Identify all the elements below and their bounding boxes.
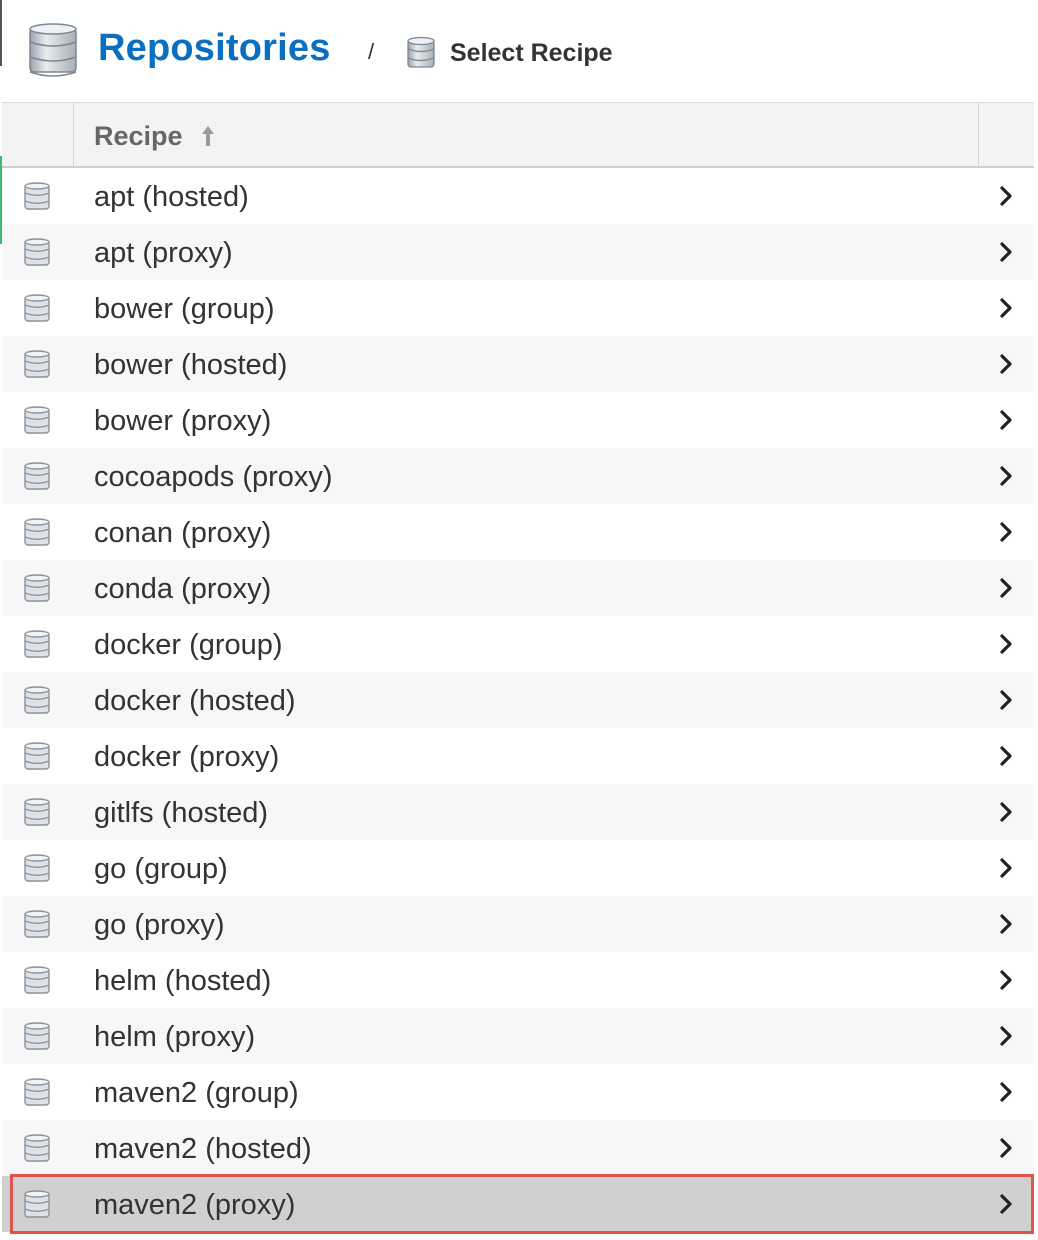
- recipe-row[interactable]: apt (hosted): [2, 168, 1034, 224]
- chevron-right-icon[interactable]: [998, 913, 1014, 935]
- database-icon: [24, 1190, 50, 1218]
- recipe-row[interactable]: bower (hosted): [2, 336, 1034, 392]
- database-icon: [24, 238, 50, 266]
- recipe-row[interactable]: go (proxy): [2, 896, 1034, 952]
- recipe-label: go (group): [94, 853, 228, 885]
- database-icon: [24, 574, 50, 602]
- chevron-right-icon[interactable]: [998, 409, 1014, 431]
- page-title[interactable]: Repositories: [98, 24, 331, 72]
- breadcrumb-current: Select Recipe: [450, 39, 613, 67]
- recipe-label: docker (proxy): [94, 741, 280, 773]
- recipe-label: bower (group): [94, 293, 275, 325]
- database-icon: [407, 36, 435, 68]
- chevron-right-icon[interactable]: [998, 969, 1014, 991]
- recipe-grid: Recipe apt (hosted) apt (proxy) bower (g…: [2, 102, 1034, 1232]
- recipe-label: bower (hosted): [94, 349, 288, 381]
- recipe-row[interactable]: helm (hosted): [2, 952, 1034, 1008]
- database-icon: [24, 1022, 50, 1050]
- chevron-right-icon[interactable]: [998, 801, 1014, 823]
- recipe-row[interactable]: bower (proxy): [2, 392, 1034, 448]
- chevron-right-icon[interactable]: [998, 1081, 1014, 1103]
- recipe-label: gitlfs (hosted): [94, 797, 269, 829]
- recipe-label: apt (hosted): [94, 181, 249, 213]
- recipe-row[interactable]: conda (proxy): [2, 560, 1034, 616]
- recipe-row[interactable]: helm (proxy): [2, 1008, 1034, 1064]
- chevron-right-icon[interactable]: [998, 353, 1014, 375]
- recipe-row[interactable]: maven2 (hosted): [2, 1120, 1034, 1176]
- recipe-row[interactable]: gitlfs (hosted): [2, 784, 1034, 840]
- recipe-label: bower (proxy): [94, 405, 272, 437]
- chevron-right-icon[interactable]: [998, 297, 1014, 319]
- chevron-right-icon[interactable]: [998, 241, 1014, 263]
- recipe-row[interactable]: docker (group): [2, 616, 1034, 672]
- recipe-label: docker (group): [94, 629, 283, 661]
- database-icon: [24, 798, 50, 826]
- chevron-right-icon[interactable]: [998, 857, 1014, 879]
- database-icon: [24, 406, 50, 434]
- breadcrumb-separator: /: [368, 39, 375, 64]
- database-icon: [24, 910, 50, 938]
- recipe-label: maven2 (group): [94, 1077, 299, 1109]
- chevron-right-icon[interactable]: [998, 1137, 1014, 1159]
- recipe-label: maven2 (hosted): [94, 1133, 312, 1165]
- chevron-right-icon[interactable]: [998, 521, 1014, 543]
- chevron-right-icon[interactable]: [998, 185, 1014, 207]
- chevron-right-icon[interactable]: [998, 1025, 1014, 1047]
- recipe-row[interactable]: bower (group): [2, 280, 1034, 336]
- database-icon: [24, 966, 50, 994]
- grid-header: Recipe: [2, 102, 1034, 168]
- database-icon: [24, 630, 50, 658]
- recipe-row[interactable]: cocoapods (proxy): [2, 448, 1034, 504]
- sort-ascending-icon: [202, 126, 214, 146]
- recipe-row[interactable]: conan (proxy): [2, 504, 1034, 560]
- recipe-row[interactable]: docker (hosted): [2, 672, 1034, 728]
- database-icon: [24, 1078, 50, 1106]
- database-icon: [24, 742, 50, 770]
- recipe-label: cocoapods (proxy): [94, 461, 333, 493]
- chevron-right-icon[interactable]: [998, 465, 1014, 487]
- chevron-right-icon[interactable]: [998, 1193, 1014, 1215]
- database-icon: [24, 182, 50, 210]
- recipe-label: conan (proxy): [94, 517, 272, 549]
- database-icon: [24, 518, 50, 546]
- recipe-list: apt (hosted) apt (proxy) bower (group) b…: [2, 168, 1034, 1232]
- recipe-label: apt (proxy): [94, 237, 233, 269]
- chevron-right-icon[interactable]: [998, 633, 1014, 655]
- recipe-row-selected[interactable]: maven2 (proxy): [2, 1176, 1034, 1232]
- database-icon: [29, 23, 77, 77]
- chevron-right-icon[interactable]: [998, 745, 1014, 767]
- recipe-row[interactable]: go (group): [2, 840, 1034, 896]
- recipe-label: conda (proxy): [94, 573, 272, 605]
- database-icon: [24, 854, 50, 882]
- recipe-label: go (proxy): [94, 909, 225, 941]
- database-icon: [24, 1134, 50, 1162]
- chevron-right-icon[interactable]: [998, 689, 1014, 711]
- recipe-row[interactable]: docker (proxy): [2, 728, 1034, 784]
- recipe-label: helm (hosted): [94, 965, 272, 997]
- icon-column-header: [2, 103, 74, 167]
- database-icon: [24, 462, 50, 490]
- recipe-label: docker (hosted): [94, 685, 296, 717]
- recipe-column-label: Recipe: [94, 121, 183, 151]
- database-icon: [24, 686, 50, 714]
- recipe-row[interactable]: maven2 (group): [2, 1064, 1034, 1120]
- recipe-row[interactable]: apt (proxy): [2, 224, 1034, 280]
- page-header: Repositories / Select Recipe: [0, 0, 1038, 102]
- recipe-label: helm (proxy): [94, 1021, 256, 1053]
- recipe-label: maven2 (proxy): [94, 1189, 296, 1221]
- database-icon: [24, 350, 50, 378]
- recipe-selection-page: Repositories / Select Recipe Recipe apt …: [0, 0, 1038, 1240]
- database-icon: [24, 294, 50, 322]
- recipe-column-header[interactable]: Recipe: [74, 103, 979, 167]
- chevron-right-icon[interactable]: [998, 577, 1014, 599]
